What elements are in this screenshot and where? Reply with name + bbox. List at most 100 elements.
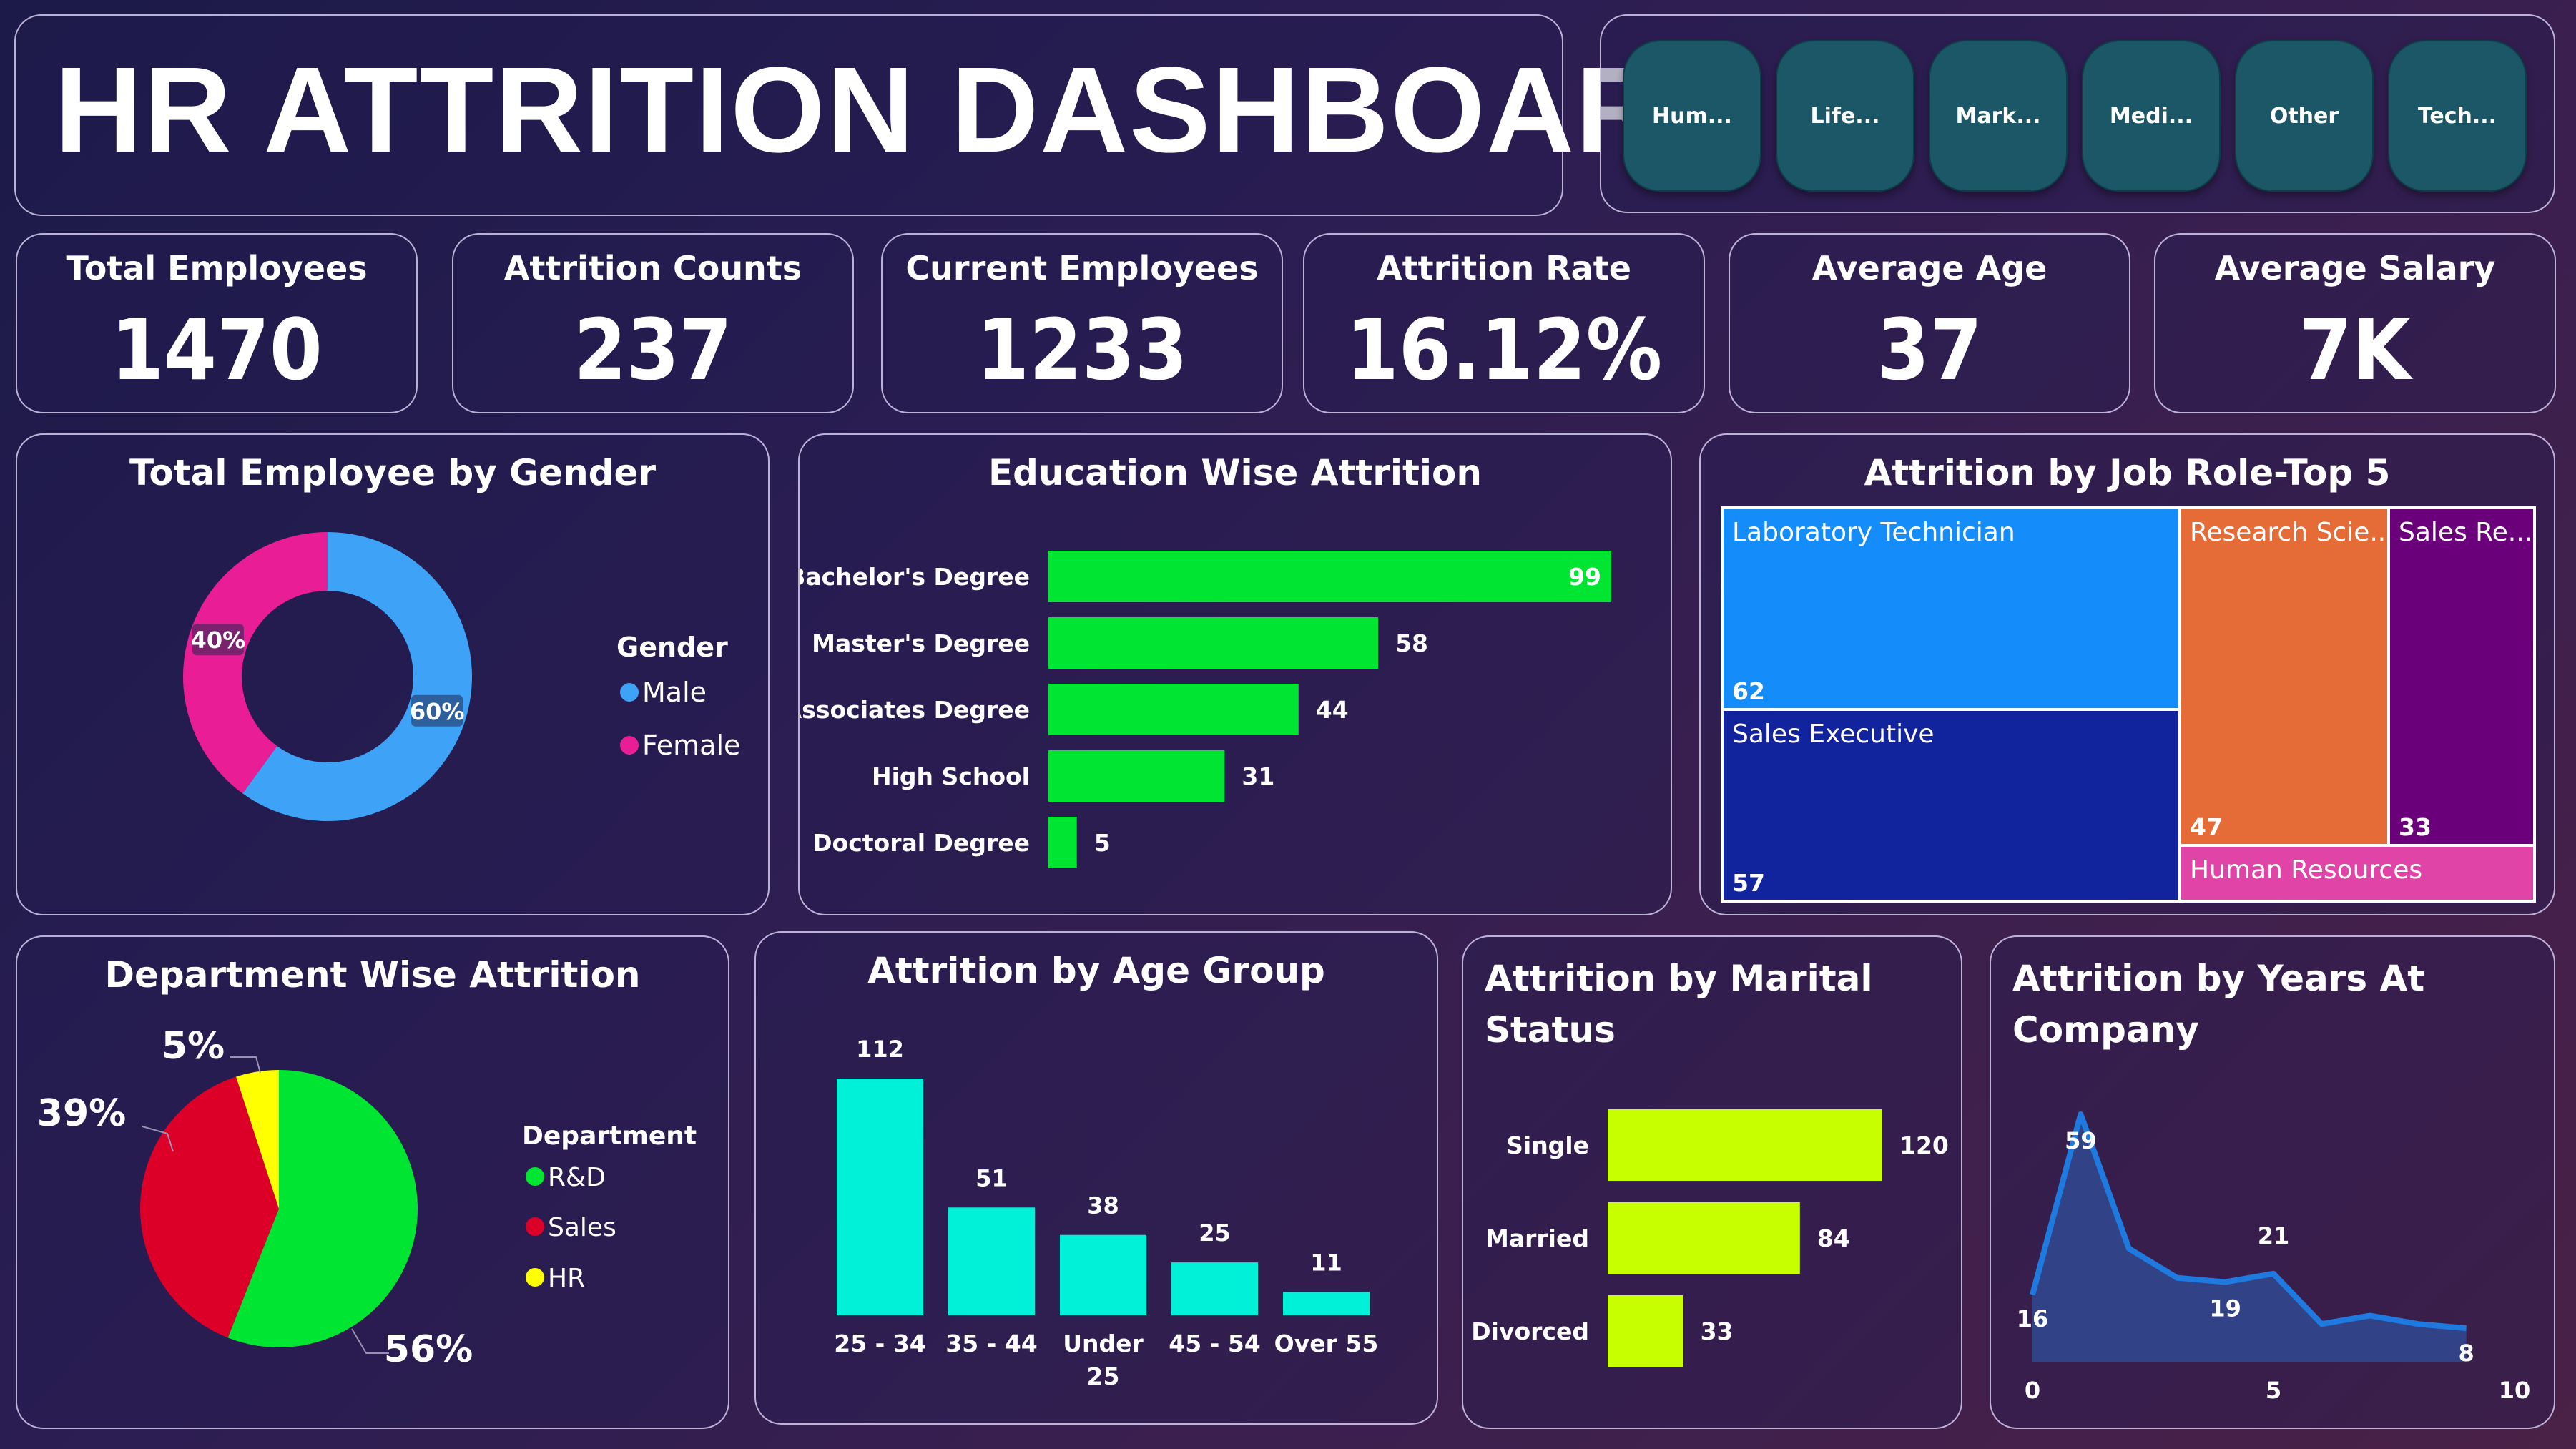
treemap-cell-label: Laboratory Technician: [1732, 518, 2015, 547]
bar[interactable]: [1171, 1262, 1258, 1315]
kpi-value: 1233: [976, 300, 1188, 399]
treemap-cell-value: 33: [2399, 813, 2432, 841]
treemap-cell-sales-rep[interactable]: [2387, 506, 2536, 847]
point-label: 59: [2065, 1127, 2097, 1154]
treemap-cell-value: 57: [1732, 869, 1765, 897]
kpi-label: Average Age: [1811, 249, 2047, 288]
marital-chart-panel: Attrition by Marital Status Single 120 Marr…: [1462, 935, 1962, 1429]
category-label: Master's Degree: [812, 629, 1030, 657]
data-label: 112: [856, 1036, 904, 1063]
treemap-cell-label: Research Scie...: [2190, 518, 2394, 547]
kpi-label: Attrition Rate: [1377, 249, 1631, 288]
kpi-label: Attrition Counts: [503, 249, 802, 288]
years-area-chart: 16 59 19 21 8 0 5 10: [2017, 1111, 2531, 1404]
department-chart-panel: Department Wise Attrition 56% 39% 5% Depar…: [16, 935, 729, 1429]
leader-line: [230, 1056, 261, 1074]
x-tick-label: 10: [2499, 1377, 2531, 1404]
category-label: Married: [1485, 1224, 1589, 1252]
legend-label-male[interactable]: Male: [642, 677, 707, 708]
data-label-hr: 5%: [162, 1025, 225, 1068]
bar[interactable]: [1608, 1295, 1683, 1367]
bar[interactable]: [837, 1079, 923, 1315]
donut-slice-female[interactable]: [183, 532, 328, 794]
kpi-attrition-counts: Attrition Counts 237: [452, 233, 854, 413]
bar[interactable]: [1048, 750, 1225, 802]
kpi-value: 37: [1877, 300, 1982, 399]
agegroup-bar-chart: 112 25 - 34 51 35 - 44 38 Under 25 25 45 - 54 11 O…: [834, 1036, 1379, 1390]
kpi-value: 1470: [111, 300, 323, 399]
data-label: 120: [1899, 1131, 1949, 1159]
legend-label-rd[interactable]: R&D: [548, 1163, 606, 1192]
kpi-total-employees: Total Employees 1470: [16, 233, 418, 413]
bar[interactable]: [1060, 1234, 1146, 1315]
data-label: 99: [1568, 563, 1601, 591]
legend-label-sales[interactable]: Sales: [548, 1213, 616, 1242]
agegroup-chart-panel: Attrition by Age Group 112 25 - 34 51 35 - …: [754, 931, 1438, 1425]
gender-chart-panel: Total Employee by Gender 60% 40% Gender M…: [16, 433, 770, 915]
years-chart-panel: Attrition by Years At Company 16 59 19 21 8 0 5…: [1990, 935, 2555, 1429]
slicer-button-hum[interactable]: Hum...: [1623, 40, 1761, 192]
category-label: 25: [1087, 1362, 1120, 1390]
point-label: 16: [2017, 1305, 2049, 1332]
legend-swatch-female: [620, 736, 639, 755]
category-label: Divorced: [1471, 1317, 1589, 1345]
bar[interactable]: [1608, 1202, 1800, 1274]
data-label: 31: [1242, 762, 1274, 790]
bar[interactable]: [948, 1207, 1035, 1315]
bar[interactable]: [1608, 1109, 1882, 1181]
category-label: High School: [872, 762, 1030, 790]
legend-label-hr[interactable]: HR: [548, 1264, 585, 1293]
treemap-cell-label: Human Resources: [2190, 855, 2422, 885]
bar[interactable]: [1283, 1292, 1370, 1315]
title-panel: HR ATTRITION DASHBOARD: [14, 14, 1753, 216]
data-label: 25: [1199, 1219, 1231, 1247]
bar[interactable]: [1048, 817, 1077, 868]
kpi-attrition-rate: Attrition Rate 16.12%: [1303, 233, 1705, 413]
category-label: Under: [1063, 1330, 1144, 1357]
data-label: 58: [1395, 629, 1428, 657]
data-label: 33: [1701, 1317, 1734, 1345]
kpi-average-age: Average Age 37: [1729, 233, 2130, 413]
point-label: 8: [2458, 1340, 2474, 1367]
category-label: 45 - 54: [1169, 1330, 1261, 1357]
slicer-button-life[interactable]: Life...: [1776, 40, 1914, 192]
treemap-cell-research[interactable]: [2178, 506, 2390, 847]
area-fill: [2032, 1114, 2467, 1362]
data-label-sales: 39%: [37, 1092, 126, 1135]
category-label: Associates Degree: [800, 696, 1030, 724]
slicer-button-other[interactable]: Other: [2235, 40, 2374, 192]
legend-swatch-sales: [526, 1217, 544, 1236]
legend-title: Gender: [616, 632, 728, 663]
dashboard-title: HR ATTRITION DASHBOARD: [54, 42, 1754, 178]
data-label-male: 60%: [410, 698, 465, 725]
treemap-cell-label: Sales Re...: [2399, 518, 2532, 547]
slicer-button-tech[interactable]: Tech...: [2388, 40, 2527, 192]
gender-donut-chart: 60% 40% Gender Male Female: [183, 532, 740, 821]
bar[interactable]: [1048, 617, 1379, 669]
data-label: 5: [1094, 829, 1111, 857]
jobrole-chart-panel: Attrition by Job Role-Top 5 Laboratory T…: [1699, 433, 2555, 915]
kpi-label: Current Employees: [905, 249, 1259, 288]
data-label-rd: 56%: [384, 1328, 473, 1371]
x-tick-label: 0: [2025, 1377, 2040, 1404]
education-chart-panel: Education Wise Attrition Bachelor's Degr…: [798, 433, 1672, 915]
bar[interactable]: [1048, 551, 1611, 602]
bar[interactable]: [1048, 684, 1299, 735]
data-label: 51: [975, 1164, 1008, 1192]
category-label: Doctoral Degree: [812, 829, 1030, 857]
legend-label-female[interactable]: Female: [642, 730, 740, 761]
jobrole-treemap: Laboratory Technician 62 Sales Executive 57…: [1721, 506, 2536, 903]
data-label: 38: [1087, 1192, 1119, 1219]
slicer-button-mark[interactable]: Mark...: [1929, 40, 2068, 192]
slicer-button-medi[interactable]: Medi...: [2082, 40, 2221, 192]
category-label: 35 - 44: [945, 1330, 1038, 1357]
legend-title: Department: [522, 1121, 697, 1151]
marital-bar-chart: Single 120 Married 84 Divorced 33: [1471, 1109, 1949, 1367]
kpi-value: 7K: [2299, 300, 2412, 399]
treemap-cell-label: Sales Executive: [1732, 719, 1935, 749]
category-label: Over 55: [1274, 1330, 1379, 1357]
treemap-cell-value: 47: [2190, 813, 2223, 841]
data-label: 11: [1310, 1249, 1342, 1276]
legend-swatch-hr: [526, 1268, 544, 1287]
category-label: Single: [1506, 1131, 1589, 1159]
